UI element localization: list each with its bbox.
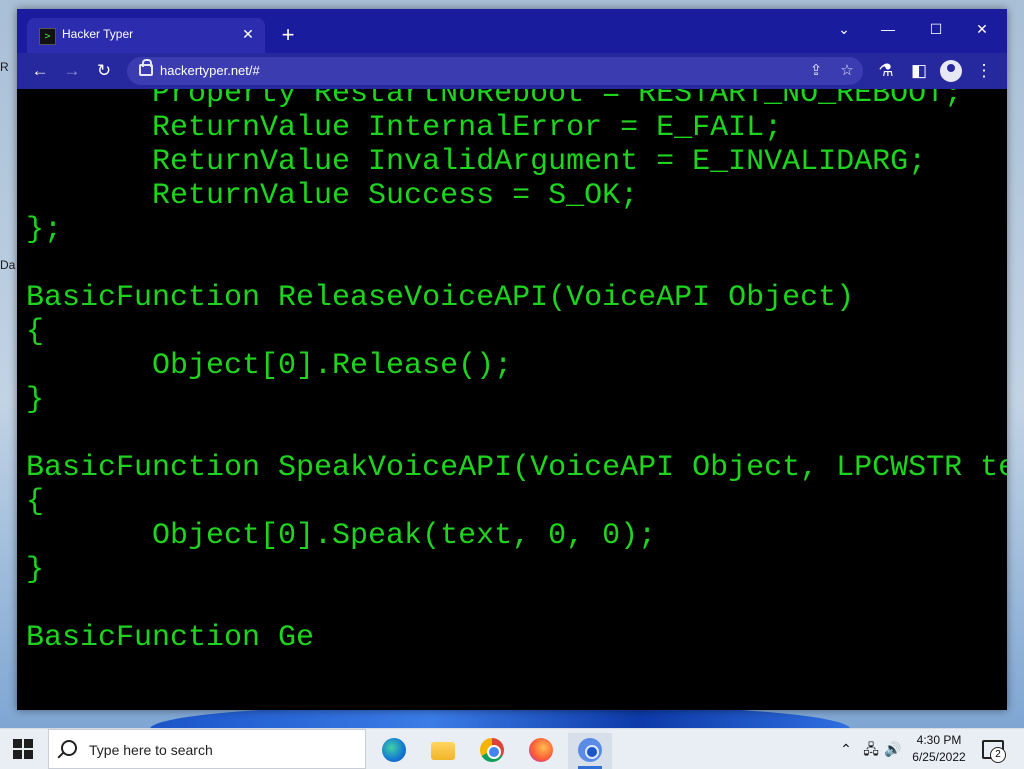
taskbar-search-box[interactable]: Type here to search — [48, 729, 366, 769]
code-line: Object[0].Release(); — [26, 349, 513, 383]
new-tab-button[interactable]: + — [277, 24, 299, 47]
taskbar-clock[interactable]: 4:30 PM 6/25/2022 — [905, 732, 973, 766]
code-line: } — [26, 383, 45, 417]
tab-hacker-typer[interactable]: > Hacker Typer ✕ — [27, 18, 265, 53]
desktop-icon-label[interactable]: Da — [0, 258, 15, 272]
url-text[interactable]: hackertyper.net/# — [160, 63, 260, 78]
close-tab-icon[interactable]: ✕ — [239, 25, 257, 43]
chevron-down-icon[interactable]: ⌄ — [829, 15, 859, 43]
volume-icon[interactable]: 🔊 — [884, 739, 902, 759]
title-bar: > Hacker Typer ✕ + ⌄ — ☐ ✕ — [17, 9, 1007, 53]
network-icon[interactable]: 🖧 — [862, 739, 880, 759]
page-content[interactable]: Property RestartNoReboot = RESTART_NO_RE… — [17, 89, 1007, 710]
tab-title: Hacker Typer — [62, 27, 134, 41]
code-line: BasicFunction SpeakVoiceAPI(VoiceAPI Obj… — [26, 451, 1007, 485]
code-line: { — [26, 315, 45, 349]
chromium-icon[interactable] — [568, 733, 612, 769]
code-line: ReturnValue InternalError = E_FAIL; — [26, 111, 783, 145]
code-line: } — [26, 553, 45, 587]
extensions-flask-icon[interactable]: ⚗ — [875, 60, 897, 82]
windows-start-icon[interactable] — [13, 739, 33, 759]
bookmark-star-icon[interactable]: ☆ — [836, 60, 858, 82]
file-explorer-icon[interactable] — [421, 733, 465, 769]
search-placeholder: Type here to search — [89, 742, 213, 758]
reload-icon[interactable]: ↻ — [93, 60, 115, 82]
notification-icon[interactable]: 2 — [982, 740, 1006, 763]
taskbar: Type here to search ⌃ 🖧 🔊 4:30 PM 6/25/2… — [0, 728, 1024, 769]
profile-avatar-icon[interactable] — [940, 60, 962, 82]
share-icon[interactable]: ⇪ — [805, 60, 827, 82]
firefox-icon[interactable] — [519, 733, 563, 769]
favicon-icon: > — [39, 28, 56, 45]
search-icon — [61, 740, 77, 756]
address-bar[interactable]: hackertyper.net/# ⇪ ☆ — [127, 57, 863, 85]
browser-toolbar: ← → ↻ hackertyper.net/# ⇪ ☆ ⚗ ◧ ⋮ — [17, 53, 1007, 89]
forward-icon[interactable]: → — [61, 60, 83, 82]
notification-count: 2 — [990, 747, 1006, 763]
chrome-icon[interactable] — [470, 733, 514, 769]
side-panel-icon[interactable]: ◧ — [908, 60, 930, 82]
code-line: { — [26, 485, 45, 519]
chevron-up-icon[interactable]: ⌃ — [838, 739, 854, 759]
menu-kebab-icon[interactable]: ⋮ — [973, 60, 995, 82]
code-output: Property RestartNoReboot = RESTART_NO_RE… — [26, 89, 1007, 655]
desktop-icon-label[interactable]: R — [0, 60, 9, 74]
code-line: Property RestartNoReboot = RESTART_NO_RE… — [26, 89, 963, 111]
code-line: ReturnValue InvalidArgument = E_INVALIDA… — [26, 145, 927, 179]
code-line: ReturnValue Success = S_OK; — [26, 179, 639, 213]
code-line: BasicFunction ReleaseVoiceAPI(VoiceAPI O… — [26, 281, 855, 315]
edge-icon[interactable] — [372, 733, 416, 769]
code-line: BasicFunction Ge — [26, 621, 315, 655]
clock-date: 6/25/2022 — [912, 750, 966, 764]
lock-icon[interactable] — [139, 59, 153, 76]
clock-time: 4:30 PM — [916, 733, 962, 747]
browser-window: > Hacker Typer ✕ + ⌄ — ☐ ✕ ← → ↻ hackert… — [17, 9, 1007, 710]
maximize-icon[interactable]: ☐ — [921, 15, 951, 43]
minimize-icon[interactable]: — — [873, 15, 903, 43]
code-line: }; — [26, 213, 63, 247]
close-window-icon[interactable]: ✕ — [967, 15, 997, 43]
back-icon[interactable]: ← — [29, 60, 51, 82]
code-line: Object[0].Speak(text, 0, 0); — [26, 519, 657, 553]
